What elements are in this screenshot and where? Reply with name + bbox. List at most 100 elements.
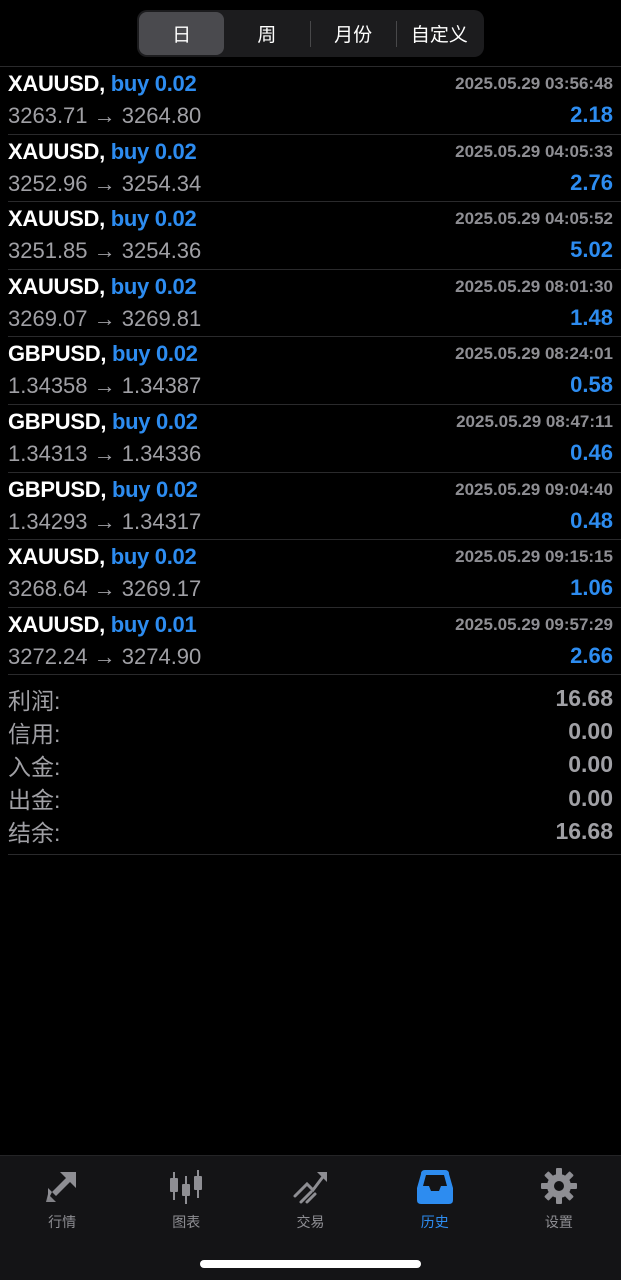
symbol-text: XAUUSD,	[8, 71, 105, 96]
summary-label: 出金:	[8, 787, 61, 814]
summary-credit: 信用: 0.00	[8, 715, 613, 748]
trade-time: 2025.05.29 08:47:11	[456, 411, 613, 431]
trade-prices: 3252.96 → 3254.34	[8, 170, 202, 196]
trade-time: 2025.05.29 04:05:33	[455, 141, 613, 161]
summary-withdrawal: 出金: 0.00	[8, 782, 613, 815]
tab-label: 历史	[420, 1215, 449, 1231]
trade-profit: 0.48	[570, 507, 613, 533]
tab-trade[interactable]: 交易	[248, 1156, 372, 1236]
trade-time: 2025.05.29 03:56:48	[455, 74, 613, 93]
trade-prices: 3268.64 → 3269.17	[8, 576, 202, 602]
trade-profit: 2.18	[570, 102, 613, 127]
trade-row[interactable]: XAUUSD, buy 0.01 2025.05.29 09:57:29 327…	[8, 608, 621, 676]
trade-side: buy 0.02	[111, 476, 198, 502]
symbol-text: XAUUSD,	[8, 544, 105, 570]
trade-profit: 5.02	[570, 237, 613, 263]
trade-row[interactable]: GBPUSD, buy 0.02 2025.05.29 08:24:01 1.3…	[8, 337, 621, 405]
trade-row[interactable]: XAUUSD, buy 0.02 2025.05.29 04:05:52 325…	[8, 202, 621, 270]
trade-symbol: GBPUSD, buy 0.02	[8, 341, 198, 367]
settings-gear-icon	[540, 1168, 577, 1204]
trade-time: 2025.05.29 09:57:29	[455, 614, 613, 634]
tab-label: 设置	[544, 1215, 573, 1231]
tab-settings[interactable]: 设置	[497, 1156, 621, 1236]
trade-prices: 3263.71 → 3264.80	[8, 103, 202, 128]
trade-symbol: XAUUSD, buy 0.01	[8, 611, 197, 638]
tab-week[interactable]: 周	[224, 12, 309, 55]
summary-label: 结余:	[8, 820, 61, 847]
trade-profit: 1.48	[570, 304, 613, 330]
symbol-text: GBPUSD,	[8, 408, 107, 434]
trade-profit: 0.46	[570, 439, 613, 465]
trade-profit: 2.76	[570, 169, 613, 195]
symbol-text: XAUUSD,	[8, 611, 105, 637]
summary-divider	[8, 854, 621, 855]
symbol-text: XAUUSD,	[8, 206, 105, 232]
summary-label: 信用:	[8, 720, 61, 747]
tab-label: 行情	[48, 1215, 77, 1231]
summary-label: 入金:	[8, 753, 61, 780]
trade-profit: 2.66	[570, 642, 613, 668]
summary-value: 0.00	[568, 784, 613, 811]
trade-row[interactable]: XAUUSD, buy 0.02 2025.05.29 09:15:15 326…	[8, 540, 621, 608]
trade-side: buy 0.02	[110, 71, 197, 96]
tab-quotes[interactable]: 行情	[0, 1156, 124, 1236]
trade-side: buy 0.02	[110, 544, 197, 570]
summary-value: 16.68	[555, 817, 613, 844]
trade-side: buy 0.02	[110, 138, 197, 164]
trade-row[interactable]: XAUUSD, buy 0.02 2025.05.29 03:56:48 326…	[8, 67, 621, 135]
quotes-arrows-icon	[46, 1172, 77, 1202]
trade-prices: 3269.07 → 3269.81	[8, 305, 202, 331]
candlestick-chart-icon	[170, 1170, 203, 1204]
symbol-text: GBPUSD,	[8, 341, 107, 367]
tab-custom[interactable]: 自定义	[397, 12, 482, 55]
summary-balance: 结余: 16.68	[8, 815, 613, 848]
summary-deposit: 入金: 0.00	[8, 748, 613, 781]
trade-side: buy 0.02	[110, 206, 197, 232]
trade-prices: 1.34293 → 1.34317	[8, 508, 202, 534]
tab-month[interactable]: 月份	[311, 12, 396, 55]
trade-prices: 1.34358 → 1.34387	[8, 373, 202, 399]
trade-symbol: XAUUSD, buy 0.02	[8, 273, 197, 300]
trade-symbol: GBPUSD, buy 0.02	[8, 409, 198, 435]
trade-row[interactable]: GBPUSD, buy 0.02 2025.05.29 09:04:40 1.3…	[8, 473, 621, 541]
home-indicator[interactable]	[200, 1260, 421, 1268]
trade-profit: 0.58	[570, 372, 613, 398]
tab-history[interactable]: 历史	[373, 1156, 497, 1236]
trade-time: 2025.05.29 08:01:30	[455, 276, 613, 296]
trade-side: buy 0.01	[110, 611, 197, 637]
history-inbox-icon	[416, 1170, 453, 1204]
trade-symbol: XAUUSD, buy 0.02	[8, 138, 197, 165]
trade-time: 2025.05.29 04:05:52	[455, 209, 613, 229]
trade-row[interactable]: XAUUSD, buy 0.02 2025.05.29 04:05:33 325…	[8, 135, 621, 203]
symbol-text: XAUUSD,	[8, 138, 105, 164]
period-segmented-control: 日 周 月份 自定义	[137, 10, 484, 57]
trade-symbol: GBPUSD, buy 0.02	[8, 477, 198, 503]
trade-symbol: XAUUSD, buy 0.02	[8, 544, 197, 570]
summary-profit: 利润: 16.68	[8, 682, 613, 715]
trade-row[interactable]: GBPUSD, buy 0.02 2025.05.29 08:47:11 1.3…	[8, 405, 621, 473]
trade-row[interactable]: XAUUSD, buy 0.02 2025.05.29 08:01:30 326…	[8, 270, 621, 338]
trade-time: 2025.05.29 09:15:15	[455, 547, 613, 567]
trade-symbol: XAUUSD, buy 0.02	[8, 206, 197, 232]
trade-profit: 1.06	[570, 575, 613, 601]
symbol-text: GBPUSD,	[8, 476, 107, 502]
trade-history-list: XAUUSD, buy 0.02 2025.05.29 03:56:48 326…	[0, 66, 621, 676]
trade-trend-icon	[293, 1172, 327, 1204]
trade-prices: 3251.85 → 3254.36	[8, 238, 202, 264]
trade-side: buy 0.02	[111, 341, 198, 367]
summary-value: 16.68	[555, 685, 613, 712]
summary-label: 利润:	[8, 687, 61, 714]
account-summary: 利润: 16.68 信用: 0.00 入金: 0.00 出金: 0.00 结余:…	[8, 682, 613, 848]
history-screen: 日 周 月份 自定义 XAUUSD, buy 0.02 2025.05.29 0…	[0, 0, 621, 1280]
trade-time: 2025.05.29 09:04:40	[455, 479, 613, 499]
tab-label: 图表	[172, 1215, 201, 1231]
trade-prices: 1.34313 → 1.34336	[8, 440, 202, 466]
tab-charts[interactable]: 图表	[124, 1156, 248, 1236]
tab-day[interactable]: 日	[139, 12, 225, 55]
trade-symbol: XAUUSD, buy 0.02	[8, 71, 197, 97]
symbol-text: XAUUSD,	[8, 273, 105, 299]
trade-prices: 3272.24 → 3274.90	[8, 643, 202, 669]
summary-value: 0.00	[568, 751, 613, 778]
summary-value: 0.00	[568, 718, 613, 745]
trade-side: buy 0.02	[110, 273, 197, 299]
